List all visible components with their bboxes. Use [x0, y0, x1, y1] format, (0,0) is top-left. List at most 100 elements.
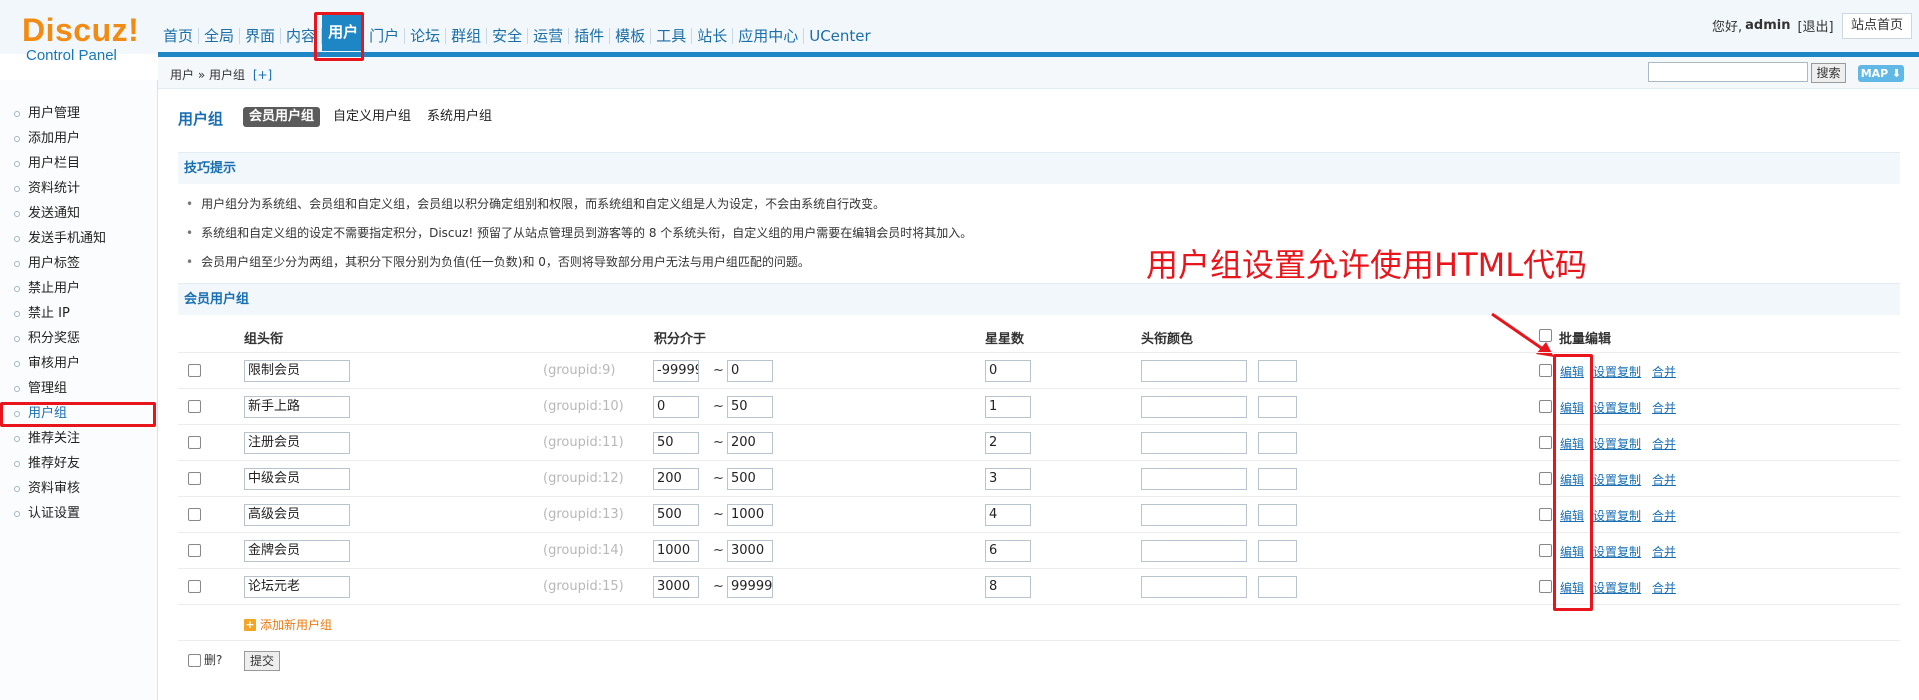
tab-0[interactable]: 会员用户组 [243, 107, 321, 127]
row-delete-checkbox[interactable] [188, 436, 201, 449]
row-delete-checkbox[interactable] [188, 508, 201, 521]
nav-item-13[interactable]: 站长 [692, 28, 734, 44]
points-high-input[interactable]: 0 [727, 360, 773, 382]
group-name-input[interactable]: 金牌会员 [244, 540, 350, 562]
merge-link[interactable]: 合并 [1652, 507, 1676, 524]
sidebar-item-3[interactable]: 资料统计 [14, 178, 80, 200]
points-low-input[interactable]: 500 [653, 504, 699, 526]
group-name-input[interactable]: 论坛元老 [244, 576, 350, 598]
color-input[interactable] [1141, 432, 1247, 454]
nav-item-10[interactable]: 插件 [569, 28, 611, 44]
copy-settings-link[interactable]: 设置复制 [1593, 363, 1641, 380]
row-batch-checkbox[interactable] [1539, 544, 1552, 557]
copy-settings-link[interactable]: 设置复制 [1593, 435, 1641, 452]
color-input[interactable] [1141, 540, 1247, 562]
color-swatch[interactable] [1258, 576, 1297, 598]
sidebar-item-4[interactable]: 发送通知 [14, 203, 80, 225]
stars-input[interactable]: 2 [985, 432, 1031, 454]
points-high-input[interactable]: 999999 [727, 576, 773, 598]
nav-item-6[interactable]: 论坛 [405, 28, 447, 44]
nav-item-5[interactable]: 门户 [364, 28, 406, 44]
points-high-input[interactable]: 500 [727, 468, 773, 490]
row-batch-checkbox[interactable] [1539, 508, 1552, 521]
group-name-input[interactable]: 中级会员 [244, 468, 350, 490]
merge-link[interactable]: 合并 [1652, 435, 1676, 452]
logo[interactable]: Discuz! Control Panel [22, 14, 142, 64]
points-high-input[interactable]: 200 [727, 432, 773, 454]
color-input[interactable] [1141, 468, 1247, 490]
nav-item-9[interactable]: 运营 [528, 28, 570, 44]
merge-link[interactable]: 合并 [1652, 399, 1676, 416]
sidebar-item-0[interactable]: 用户管理 [14, 103, 80, 125]
row-batch-checkbox[interactable] [1539, 472, 1552, 485]
row-batch-checkbox[interactable] [1539, 400, 1552, 413]
search-button[interactable]: 搜索 [1811, 63, 1846, 83]
points-high-input[interactable]: 3000 [727, 540, 773, 562]
sidebar-item-5[interactable]: 发送手机通知 [14, 228, 106, 250]
site-home-button[interactable]: 站点首页 [1842, 13, 1912, 39]
submit-button[interactable]: 提交 [244, 651, 280, 671]
row-delete-checkbox[interactable] [188, 580, 201, 593]
row-batch-checkbox[interactable] [1539, 364, 1552, 377]
group-name-input[interactable]: 注册会员 [244, 432, 350, 454]
row-delete-checkbox[interactable] [188, 472, 201, 485]
sidebar-item-6[interactable]: 用户标签 [14, 253, 80, 275]
sidebar-item-7[interactable]: 禁止用户 [14, 278, 80, 300]
points-high-input[interactable]: 1000 [727, 504, 773, 526]
nav-item-2[interactable]: 界面 [240, 28, 282, 44]
sidebar-item-1[interactable]: 添加用户 [14, 128, 80, 150]
map-button[interactable]: MAP ⬇ [1858, 65, 1904, 82]
group-name-input[interactable]: 高级会员 [244, 504, 350, 526]
nav-item-15[interactable]: UCenter [804, 28, 875, 44]
breadcrumb-add-link[interactable]: [+] [253, 68, 272, 82]
nav-item-11[interactable]: 模板 [610, 28, 652, 44]
copy-settings-link[interactable]: 设置复制 [1593, 507, 1641, 524]
stars-input[interactable]: 6 [985, 540, 1031, 562]
color-input[interactable] [1141, 576, 1247, 598]
row-batch-checkbox[interactable] [1539, 436, 1552, 449]
points-low-input[interactable]: 50 [653, 432, 699, 454]
color-swatch[interactable] [1258, 432, 1297, 454]
nav-item-8[interactable]: 安全 [487, 28, 529, 44]
tab-1[interactable]: 自定义用户组 [327, 107, 417, 127]
group-name-input[interactable]: 新手上路 [244, 396, 350, 418]
copy-settings-link[interactable]: 设置复制 [1593, 399, 1641, 416]
stars-input[interactable]: 0 [985, 360, 1031, 382]
stars-input[interactable]: 4 [985, 504, 1031, 526]
row-delete-checkbox[interactable] [188, 400, 201, 413]
points-low-input[interactable]: 3000 [653, 576, 699, 598]
merge-link[interactable]: 合并 [1652, 579, 1676, 596]
delete-all-checkbox[interactable] [188, 654, 201, 667]
nav-item-14[interactable]: 应用中心 [733, 28, 805, 44]
stars-input[interactable]: 3 [985, 468, 1031, 490]
row-delete-checkbox[interactable] [188, 364, 201, 377]
sidebar-item-15[interactable]: 资料审核 [14, 478, 80, 500]
batch-edit-checkbox[interactable] [1539, 329, 1552, 342]
points-high-input[interactable]: 50 [727, 396, 773, 418]
sidebar-item-13[interactable]: 推荐关注 [14, 428, 80, 450]
merge-link[interactable]: 合并 [1652, 543, 1676, 560]
nav-item-1[interactable]: 全局 [199, 28, 241, 44]
points-low-input[interactable]: 0 [653, 396, 699, 418]
points-low-input[interactable]: 1000 [653, 540, 699, 562]
color-input[interactable] [1141, 504, 1247, 526]
tab-2[interactable]: 系统用户组 [421, 107, 498, 127]
sidebar-item-9[interactable]: 积分奖惩 [14, 328, 80, 350]
sidebar-item-14[interactable]: 推荐好友 [14, 453, 80, 475]
color-swatch[interactable] [1258, 396, 1297, 418]
color-swatch[interactable] [1258, 468, 1297, 490]
sidebar-item-2[interactable]: 用户栏目 [14, 153, 80, 175]
stars-input[interactable]: 8 [985, 576, 1031, 598]
copy-settings-link[interactable]: 设置复制 [1593, 543, 1641, 560]
copy-settings-link[interactable]: 设置复制 [1593, 471, 1641, 488]
color-swatch[interactable] [1258, 504, 1297, 526]
merge-link[interactable]: 合并 [1652, 471, 1676, 488]
logout-link[interactable]: [退出] [1797, 16, 1833, 35]
sidebar-item-10[interactable]: 审核用户 [14, 353, 80, 375]
nav-item-7[interactable]: 群组 [446, 28, 488, 44]
stars-input[interactable]: 1 [985, 396, 1031, 418]
color-swatch[interactable] [1258, 540, 1297, 562]
copy-settings-link[interactable]: 设置复制 [1593, 579, 1641, 596]
nav-item-12[interactable]: 工具 [651, 28, 693, 44]
add-group-link[interactable]: + 添加新用户组 [244, 616, 332, 633]
